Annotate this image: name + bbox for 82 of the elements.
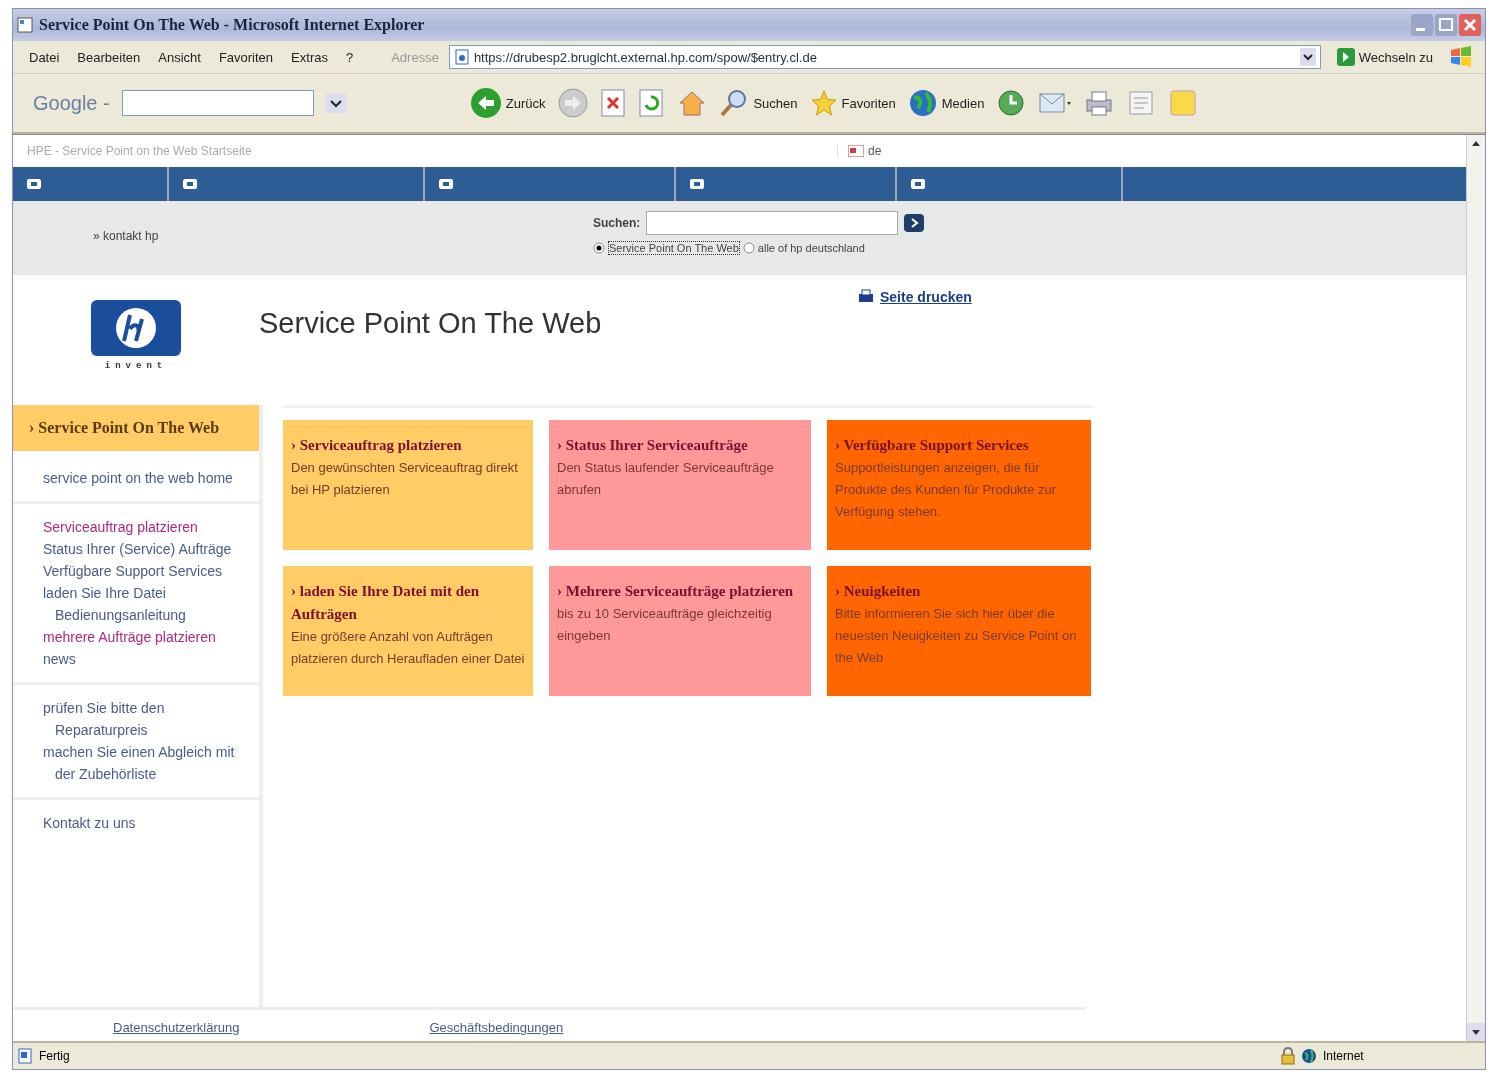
go-icon[interactable] — [904, 214, 925, 232]
tab-icon — [690, 179, 704, 189]
tab-icon — [439, 179, 453, 189]
sidebar-link[interactable]: Serviceauftrag platzieren — [43, 516, 249, 538]
scroll-bar[interactable] — [1466, 135, 1485, 1041]
card-title-link[interactable]: › Verfügbare Support Services — [835, 434, 1083, 457]
print-page-link[interactable]: Seite drucken — [858, 289, 972, 305]
language-link[interactable]: de — [837, 144, 882, 158]
star-icon — [809, 89, 838, 117]
menu-item[interactable]: ? — [341, 47, 358, 67]
radio-label: Service Point On The Web — [608, 241, 740, 255]
card-title-link[interactable]: › Neuigkeiten — [835, 580, 1083, 603]
search-field[interactable] — [646, 211, 899, 235]
refresh-icon[interactable] — [639, 89, 666, 117]
window-title: Service Point On The Web - Microsoft Internet Explorer — [39, 16, 426, 34]
sidebar-link[interactable]: news — [43, 648, 249, 670]
card-title-link[interactable]: › Serviceauftrag platzieren — [291, 434, 525, 457]
card-description: bis zu 10 Serviceaufträge gleichzeitig eingeben — [557, 605, 773, 645]
stop-icon[interactable] — [601, 89, 628, 117]
logo-tagline: invent — [104, 361, 168, 371]
card-description: Eine größere Anzahl von Aufträgen platzieren durch Heraufladen einer Datei — [291, 628, 525, 668]
sidebar-link[interactable]: Bedienungsanleitung — [43, 604, 249, 626]
back-button[interactable]: Zurück — [469, 87, 546, 119]
go-button[interactable]: Wechseln zu — [1330, 48, 1439, 66]
footer-link[interactable]: Datenschutzerklärung — [113, 1020, 240, 1035]
minimize-icon[interactable] — [1411, 14, 1433, 36]
card-title-link[interactable]: › laden Sie Ihre Datei mit den Aufträgen — [291, 580, 525, 626]
footer-link[interactable]: Geschäftsbedingungen — [429, 1020, 564, 1035]
breadcrumb-text: HPE - Service Point on the Web Startseite — [27, 144, 253, 158]
scroll-down-icon[interactable] — [1467, 1023, 1485, 1041]
address-label: Adresse — [391, 49, 439, 65]
sidebar-link[interactable]: Status Ihrer (Service) Aufträge — [43, 538, 249, 560]
favorites-button[interactable]: Favoriten — [809, 89, 896, 117]
card-title-link[interactable]: › Status Ihrer Serviceaufträge — [557, 434, 803, 457]
card-title-link[interactable]: › Mehrere Serviceaufträge platzieren — [557, 580, 803, 603]
tab-icon — [911, 179, 925, 189]
menu-item[interactable]: Ansicht — [154, 47, 205, 67]
card-description: Den gewünschten Serviceauftrag direkt bei HP platzieren — [291, 459, 519, 499]
security-zone-text: Internet — [1323, 1049, 1364, 1063]
sidebar-link[interactable]: laden Sie Ihre Datei — [43, 582, 249, 604]
tab-icon — [183, 179, 197, 189]
printer-icon — [858, 289, 874, 305]
history-icon[interactable] — [996, 88, 1027, 118]
menu-item[interactable]: Favoriten — [214, 47, 278, 67]
menu-item[interactable]: Datei — [25, 47, 64, 67]
maximize-icon[interactable] — [1435, 14, 1457, 36]
tab-icon — [27, 179, 41, 189]
status-text: Fertig — [39, 1049, 70, 1063]
card-description: Supportleistungen anzeigen, die für Produkte des Kunden für Produkte zur Verfügung stehen. — [835, 459, 1058, 521]
search-button[interactable]: Suchen — [719, 88, 798, 118]
radio-label: alle of hp deutschland — [757, 242, 865, 254]
sidebar-header: › Service Point On The Web — [13, 405, 259, 451]
mail-icon[interactable] — [1038, 90, 1073, 116]
media-button[interactable]: Medien — [907, 88, 985, 118]
printer-icon[interactable] — [1084, 89, 1115, 117]
note-icon[interactable] — [1168, 88, 1199, 118]
menu-item[interactable]: Bearbeiten — [73, 47, 145, 67]
page-icon — [17, 1048, 33, 1064]
close-icon[interactable] — [1459, 14, 1481, 36]
globe-icon — [1301, 1048, 1317, 1064]
lock-icon — [1281, 1047, 1295, 1065]
flag-icon — [848, 145, 864, 157]
google-search-field[interactable] — [121, 90, 314, 116]
contact-link[interactable]: » kontakt hp — [93, 229, 159, 243]
globe-icon — [907, 88, 938, 118]
address-field[interactable]: https://drubesp2.bruglcht.external.hp.com/spow/$entry.cl.de — [448, 45, 1321, 69]
hp-logo-icon — [90, 299, 182, 357]
page-heading: Service Point On The Web — [259, 306, 602, 341]
window-icon — [17, 17, 33, 33]
sidebar-link[interactable]: Kontakt zu uns — [43, 812, 249, 834]
radio-button[interactable] — [593, 242, 605, 254]
card-description: Den Status laufender Serviceaufträge abrufen — [557, 459, 775, 499]
sidebar-link[interactable]: Verfügbare Support Services — [43, 560, 249, 582]
sidebar-link[interactable]: service point on the web home — [43, 467, 249, 489]
sidebar-link[interactable]: mehrere Aufträge platzieren — [43, 626, 249, 648]
page-icon — [453, 49, 470, 65]
search-label: Suchen: — [593, 216, 641, 230]
menu-item[interactable]: Extras — [287, 47, 332, 67]
radio-button[interactable] — [742, 242, 755, 254]
windows-flag-icon — [1449, 46, 1473, 68]
card-description: Bitte informieren Sie sich hier über die neuesten Neuigkeiten zu Service Point on the Web — [835, 605, 1078, 667]
sidebar-link[interactable]: machen Sie einen Abgleich mit der Zubehörliste — [43, 741, 249, 785]
